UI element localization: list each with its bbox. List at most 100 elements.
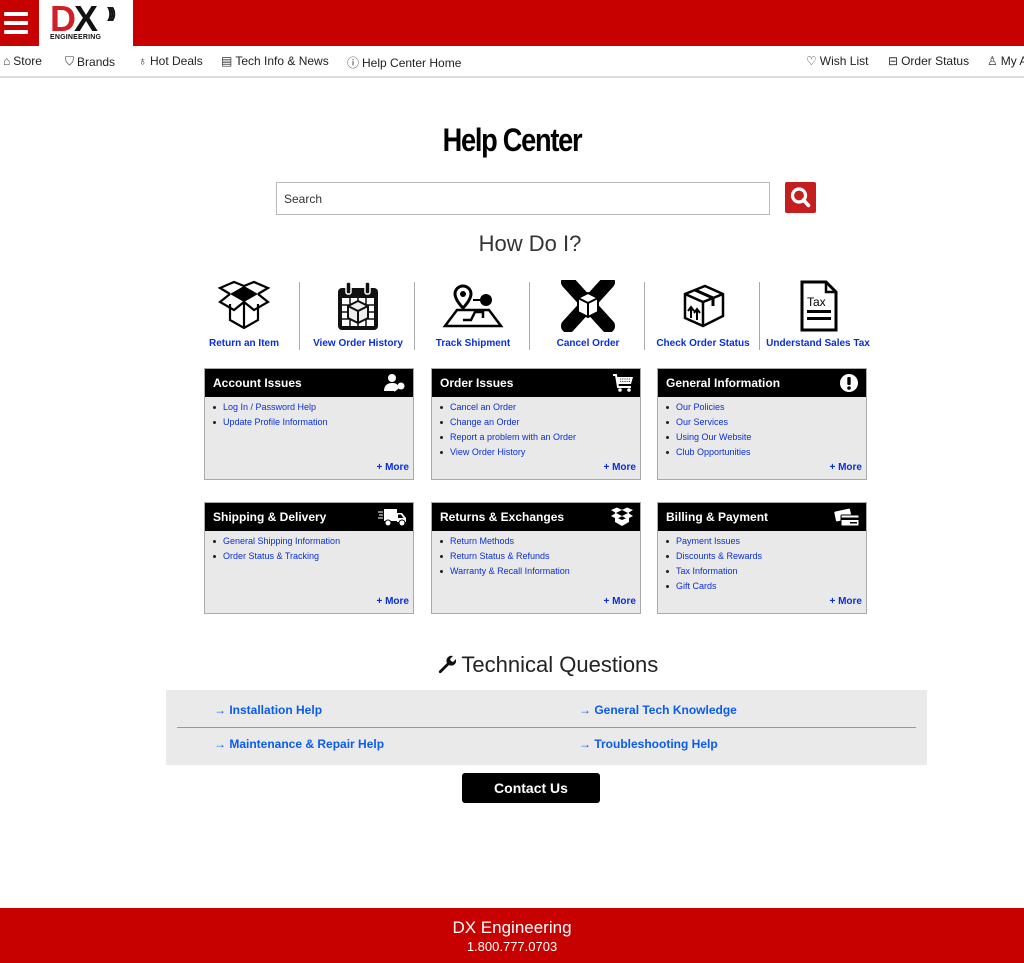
tax-document-icon: Tax	[800, 280, 838, 332]
card-links: Return Methods Return Status & Refunds W…	[432, 531, 640, 579]
card-links: General Shipping Information Order Statu…	[205, 531, 413, 564]
quick-return-item[interactable]: Return an Item	[202, 280, 286, 352]
quick-check-order-status[interactable]: Check Order Status	[654, 280, 752, 352]
quick-track-shipment[interactable]: Track Shipment	[428, 280, 518, 352]
divider	[414, 282, 415, 350]
cancel-box-icon	[561, 280, 615, 332]
quick-link-label: Understand Sales Tax	[766, 338, 870, 349]
nav-hot-deals[interactable]: ♁ Hot Deals	[138, 54, 203, 68]
card-link[interactable]: View Order History	[440, 445, 640, 460]
card-link[interactable]: Discounts & Rewards	[666, 549, 866, 564]
card-account-issues: Account Issues Log In / Password Help Up…	[204, 368, 414, 480]
nav-brands[interactable]: ⛉ Brands	[65, 54, 115, 69]
tech-link-troubleshooting[interactable]: → Troubleshooting Help	[579, 737, 718, 751]
more-link[interactable]: + More	[603, 462, 636, 473]
card-title: General Information	[666, 376, 781, 390]
divider	[529, 282, 530, 350]
card-link[interactable]: Gift Cards	[666, 579, 866, 594]
nav-help-center[interactable]: ⓘ Help Center Home	[347, 54, 461, 71]
tech-link-label: Troubleshooting Help	[594, 737, 718, 751]
card-link[interactable]: General Shipping Information	[213, 534, 413, 549]
more-link[interactable]: + More	[376, 462, 409, 473]
map-pin-icon	[442, 284, 504, 328]
card-link[interactable]: Our Services	[666, 415, 866, 430]
nav-label: Help Center Home	[362, 55, 462, 70]
tech-link-installation[interactable]: → Installation Help	[214, 703, 322, 717]
contact-us-button[interactable]: Contact Us	[462, 773, 600, 803]
tech-link-label: Installation Help	[229, 703, 323, 717]
card-title: Account Issues	[213, 376, 302, 390]
card-link[interactable]: Warranty & Recall Information	[440, 564, 640, 579]
card-link[interactable]: Order Status & Tracking	[213, 549, 413, 564]
hamburger-line	[4, 21, 28, 25]
search-button[interactable]	[785, 182, 816, 213]
quick-link-label: Return an Item	[208, 338, 279, 349]
card-link[interactable]: Cancel an Order	[440, 400, 640, 415]
tech-link-general-knowledge[interactable]: → General Tech Knowledge	[579, 703, 737, 717]
tech-link-maintenance[interactable]: → Maintenance & Repair Help	[214, 737, 384, 751]
technical-questions-panel: → Installation Help → General Tech Knowl…	[166, 690, 927, 765]
open-box-icon	[611, 507, 633, 526]
card-link[interactable]: Update Profile Information	[213, 415, 413, 430]
card-link[interactable]: Using Our Website	[666, 430, 866, 445]
card-link[interactable]: Change an Order	[440, 415, 640, 430]
card-links: Our Policies Our Services Using Our Webs…	[658, 397, 866, 460]
nav-order-status[interactable]: ⊟ Order Status	[888, 54, 969, 68]
credit-card-icon	[834, 508, 860, 527]
card-link[interactable]: Club Opportunities	[666, 445, 866, 460]
logo-subtext: ENGINEERING	[50, 34, 102, 41]
card-title: Shipping & Delivery	[213, 510, 327, 524]
nav-my-account[interactable]: ♙ My A	[987, 54, 1024, 68]
nav-store[interactable]: ⌂ Store	[3, 54, 42, 68]
nav-tech-info[interactable]: ▤ Tech Info & News	[221, 54, 329, 68]
card-link[interactable]: Return Status & Refunds	[440, 549, 640, 564]
card-link[interactable]: Log In / Password Help	[213, 400, 413, 415]
card-link[interactable]: Report a problem with an Order	[440, 430, 640, 445]
cart-icon	[613, 374, 633, 392]
signal-waves-icon: )))	[107, 5, 116, 22]
more-link[interactable]: + More	[829, 596, 862, 607]
quick-link-label: Cancel Order	[556, 338, 620, 349]
quick-view-order-history[interactable]: View Order History	[308, 280, 408, 352]
quick-link-label: Track Shipment	[435, 338, 511, 349]
logo[interactable]: DX ))) ENGINEERING	[39, 0, 133, 46]
package-arrows-icon	[683, 284, 725, 328]
nav-wish-list[interactable]: ♡ Wish List	[806, 54, 868, 68]
card-links: Payment Issues Discounts & Rewards Tax I…	[658, 531, 866, 594]
nav-label: Tech Info & News	[235, 54, 329, 68]
card-link[interactable]: Return Methods	[440, 534, 640, 549]
more-link[interactable]: + More	[376, 596, 409, 607]
card-billing-payment: Billing & Payment Payment Issues Discoun…	[657, 502, 867, 614]
quick-link-label: View Order History	[313, 338, 403, 349]
search-icon	[790, 187, 811, 208]
calendar-box-icon	[338, 281, 378, 330]
quick-understand-sales-tax[interactable]: Tax Understand Sales Tax	[765, 280, 871, 352]
divider	[177, 727, 916, 728]
footer-phone[interactable]: 1.800.777.0703	[0, 939, 1024, 954]
quick-cancel-order[interactable]: Cancel Order	[548, 280, 628, 352]
box-icon: ⊟	[888, 54, 899, 68]
nav-label: Brands	[77, 54, 116, 69]
menu-button[interactable]	[4, 12, 28, 34]
tech-link-label: General Tech Knowledge	[594, 703, 737, 717]
page-title: Help Center	[442, 122, 583, 158]
more-link[interactable]: + More	[603, 596, 636, 607]
card-link[interactable]: Payment Issues	[666, 534, 866, 549]
card-links: Cancel an Order Change an Order Report a…	[432, 397, 640, 460]
tech-link-label: Maintenance & Repair Help	[229, 737, 385, 751]
card-title: Billing & Payment	[666, 510, 769, 524]
help-circle-icon: ⓘ	[347, 56, 360, 70]
card-link[interactable]: Tax Information	[666, 564, 866, 579]
footer: DX Engineering 1.800.777.0703	[0, 908, 1024, 963]
card-link[interactable]: Our Policies	[666, 400, 866, 415]
search-input[interactable]	[276, 182, 770, 215]
technical-questions-heading: Technical Questions	[0, 652, 1024, 678]
footer-company-name: DX Engineering	[452, 918, 572, 937]
user-key-icon	[384, 374, 405, 392]
how-do-i-heading: How Do I?	[478, 231, 582, 256]
exclamation-icon	[840, 374, 858, 392]
svg-text:Tax: Tax	[807, 295, 826, 309]
home-icon: ⌂	[3, 54, 11, 68]
more-link[interactable]: + More	[829, 462, 862, 473]
heart-icon: ♡	[806, 54, 817, 68]
